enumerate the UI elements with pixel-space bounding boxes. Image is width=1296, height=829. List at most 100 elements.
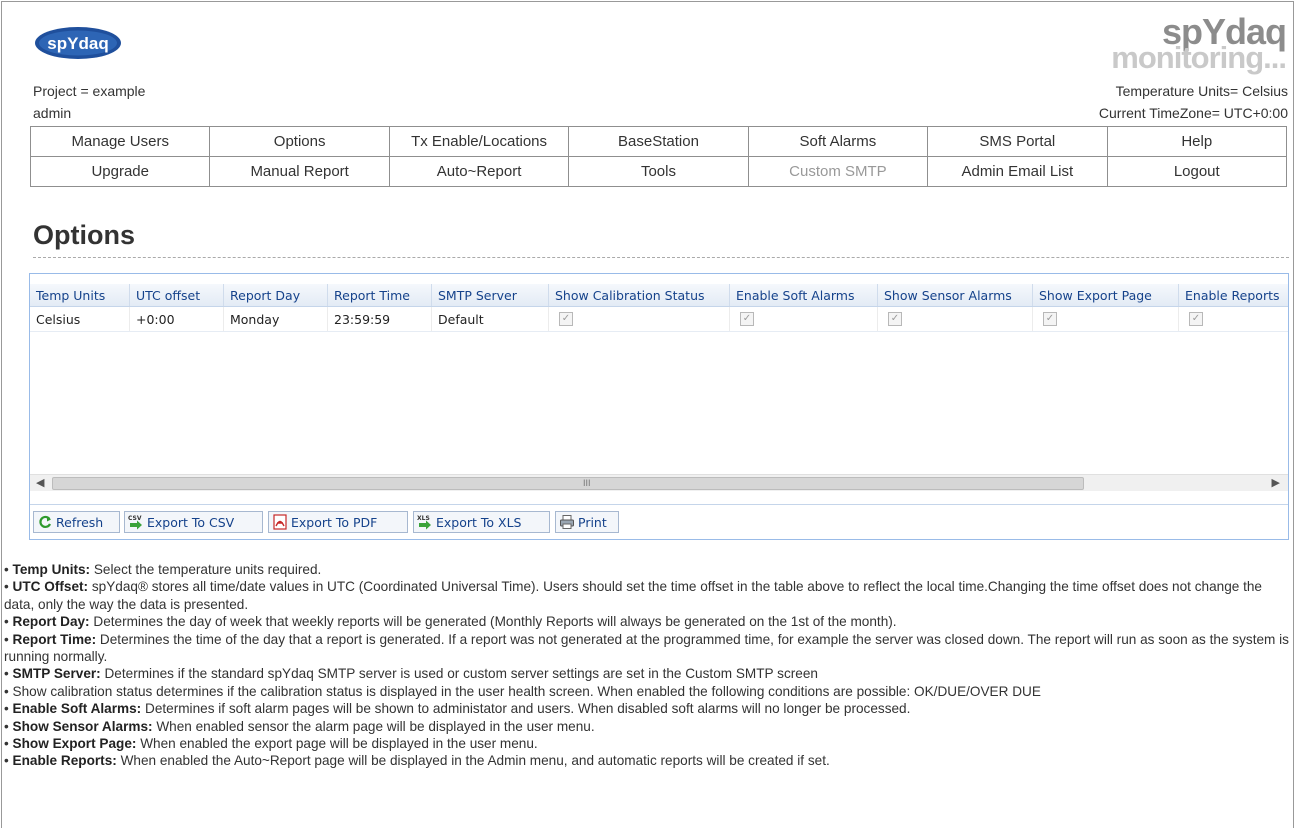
svg-text:XLS: XLS bbox=[417, 515, 430, 522]
menu-tools[interactable]: Tools bbox=[568, 156, 749, 187]
temperature-units-label: Temperature Units= Celsius bbox=[1115, 83, 1288, 99]
title-divider bbox=[33, 257, 1289, 258]
admin-menu: Manage Users Options Tx Enable/Locations… bbox=[29, 126, 1288, 187]
menu-manual-report[interactable]: Manual Report bbox=[209, 156, 390, 187]
menu-sms-portal[interactable]: SMS Portal bbox=[927, 126, 1108, 157]
menu-logout[interactable]: Logout bbox=[1106, 156, 1288, 187]
show-sensor-alarms-checkbox[interactable]: ✓ bbox=[888, 312, 902, 326]
help-label: UTC Offset: bbox=[12, 579, 89, 595]
column-header-show-calibration-status[interactable]: Show Calibration Status bbox=[549, 284, 730, 306]
menu-basestation[interactable]: BaseStation bbox=[568, 126, 749, 157]
help-item-temp-units: • Temp Units: Select the temperature uni… bbox=[4, 562, 322, 577]
cell-smtp-server[interactable]: Default bbox=[432, 307, 549, 331]
help-label: SMTP Server: bbox=[12, 666, 101, 682]
menu-auto-report[interactable]: Auto~Report bbox=[388, 156, 570, 187]
printer-icon bbox=[559, 514, 575, 530]
menu-upgrade[interactable]: Upgrade bbox=[29, 156, 211, 187]
cell-enable-reports: ✓ bbox=[1179, 307, 1288, 331]
scroll-left-icon[interactable]: ◀ bbox=[36, 476, 44, 489]
options-help-list: • Temp Units: Select the temperature uni… bbox=[4, 561, 1292, 770]
print-button[interactable]: Print bbox=[555, 511, 619, 533]
cell-show-sensor-alarms: ✓ bbox=[878, 307, 1033, 331]
brand-wordmark: spYdaq monitoring... bbox=[1111, 14, 1287, 75]
help-text: Determines if soft alarm pages will be s… bbox=[141, 701, 911, 717]
menu-help[interactable]: Help bbox=[1106, 126, 1288, 157]
menu-custom-smtp: Custom SMTP bbox=[747, 156, 929, 187]
help-text: When enabled the export page will be dis… bbox=[136, 736, 538, 752]
export-pdf-label: Export To PDF bbox=[291, 514, 378, 530]
timezone-label: Current TimeZone= UTC+0:00 bbox=[1098, 105, 1288, 121]
column-header-report-day[interactable]: Report Day bbox=[224, 284, 328, 306]
help-item-report-time: • Report Time: Determines the time of th… bbox=[4, 631, 1289, 665]
print-label: Print bbox=[578, 514, 607, 530]
help-text: Select the temperature units required. bbox=[90, 562, 322, 577]
help-text: Determines the day of week that weekly r… bbox=[89, 614, 897, 630]
help-item-utc-offset: • UTC Offset: spYdaq® stores all time/da… bbox=[4, 579, 1262, 612]
column-header-temp-units[interactable]: Temp Units bbox=[30, 284, 130, 306]
help-item-calibration-status: • Show calibration status determines if … bbox=[4, 683, 1041, 699]
menu-tx-enable-locations[interactable]: Tx Enable/Locations bbox=[388, 126, 570, 157]
scrollbar-thumb[interactable]: III bbox=[52, 477, 1084, 490]
menu-admin-email-list[interactable]: Admin Email List bbox=[927, 156, 1108, 187]
options-grid: Temp Units UTC offset Report Day Report … bbox=[29, 273, 1289, 540]
spydaq-logo: spYdaq bbox=[35, 27, 121, 59]
csv-export-icon: CSV bbox=[128, 514, 144, 530]
refresh-button[interactable]: Refresh bbox=[33, 511, 120, 533]
help-label: Report Day: bbox=[12, 614, 90, 630]
brand-line-2: monitoring... bbox=[1111, 40, 1287, 75]
help-item-smtp-server: • SMTP Server: Determines if the standar… bbox=[4, 666, 818, 682]
menu-soft-alarms[interactable]: Soft Alarms bbox=[747, 126, 929, 157]
help-item-enable-reports: • Enable Reports: When enabled the Auto~… bbox=[4, 753, 830, 769]
show-export-page-checkbox[interactable]: ✓ bbox=[1043, 312, 1057, 326]
horizontal-scrollbar[interactable]: ◀ III ▶ bbox=[30, 474, 1288, 491]
column-header-show-export-page[interactable]: Show Export Page bbox=[1033, 284, 1179, 306]
scrollbar-grip: III bbox=[583, 478, 591, 488]
refresh-icon bbox=[37, 514, 53, 530]
cell-enable-soft-alarms: ✓ bbox=[730, 307, 878, 331]
help-label: Report Time: bbox=[12, 631, 97, 647]
scroll-right-icon[interactable]: ▶ bbox=[1272, 476, 1280, 489]
help-item-enable-soft-alarms: • Enable Soft Alarms: Determines if soft… bbox=[4, 701, 911, 717]
logo-text: spYdaq bbox=[47, 34, 108, 53]
enable-reports-checkbox[interactable]: ✓ bbox=[1189, 312, 1203, 326]
export-pdf-button[interactable]: Export To PDF bbox=[268, 511, 408, 533]
help-item-show-export-page: • Show Export Page: When enabled the exp… bbox=[4, 736, 538, 752]
grid-toolbar: Refresh CSV Export To CSV Export To PDF … bbox=[30, 504, 1288, 539]
cell-show-calibration-status: ✓ bbox=[549, 307, 730, 331]
help-label: Enable Soft Alarms: bbox=[12, 701, 142, 717]
help-text: Determines the time of the day that a re… bbox=[4, 631, 1289, 665]
help-text: Determines if the standard spYdaq SMTP s… bbox=[100, 666, 818, 682]
cell-temp-units[interactable]: Celsius bbox=[30, 307, 130, 331]
cell-report-day[interactable]: Monday bbox=[224, 307, 328, 331]
help-text: When enabled sensor the alarm page will … bbox=[152, 718, 595, 734]
column-header-smtp-server[interactable]: SMTP Server bbox=[432, 284, 549, 306]
username-label: admin bbox=[33, 105, 72, 121]
export-csv-button[interactable]: CSV Export To CSV bbox=[124, 511, 263, 533]
cell-report-time[interactable]: 23:59:59 bbox=[328, 307, 432, 331]
grid-header: Temp Units UTC offset Report Day Report … bbox=[30, 284, 1288, 307]
help-item-show-sensor-alarms: • Show Sensor Alarms: When enabled senso… bbox=[4, 718, 595, 734]
settings-info: Temperature Units= Celsius Current TimeZ… bbox=[1099, 80, 1288, 124]
cell-utc-offset[interactable]: +0:00 bbox=[130, 307, 224, 331]
help-text: When enabled the Auto~Report page will b… bbox=[116, 753, 830, 769]
column-header-report-time[interactable]: Report Time bbox=[328, 284, 432, 306]
export-csv-label: Export To CSV bbox=[147, 514, 235, 530]
column-header-enable-soft-alarms[interactable]: Enable Soft Alarms bbox=[730, 284, 878, 306]
pdf-export-icon bbox=[272, 514, 288, 530]
session-info: Project = example admin bbox=[33, 80, 145, 124]
help-label: Enable Reports: bbox=[12, 753, 117, 769]
column-header-utc-offset[interactable]: UTC offset bbox=[130, 284, 224, 306]
enable-soft-alarms-checkbox[interactable]: ✓ bbox=[740, 312, 754, 326]
menu-manage-users[interactable]: Manage Users bbox=[29, 126, 211, 157]
show-calibration-status-checkbox[interactable]: ✓ bbox=[559, 312, 573, 326]
menu-options[interactable]: Options bbox=[209, 126, 390, 157]
column-header-show-sensor-alarms[interactable]: Show Sensor Alarms bbox=[878, 284, 1033, 306]
column-header-enable-reports[interactable]: Enable Reports bbox=[1179, 284, 1288, 306]
help-label: Show Sensor Alarms: bbox=[12, 718, 153, 734]
refresh-label: Refresh bbox=[56, 514, 104, 530]
cell-show-export-page: ✓ bbox=[1033, 307, 1179, 331]
export-xls-button[interactable]: XLS Export To XLS bbox=[413, 511, 550, 533]
help-text: Show calibration status determines if th… bbox=[12, 683, 1041, 699]
page-title: Options bbox=[33, 220, 135, 250]
table-row[interactable]: Celsius +0:00 Monday 23:59:59 Default ✓ … bbox=[30, 307, 1288, 332]
